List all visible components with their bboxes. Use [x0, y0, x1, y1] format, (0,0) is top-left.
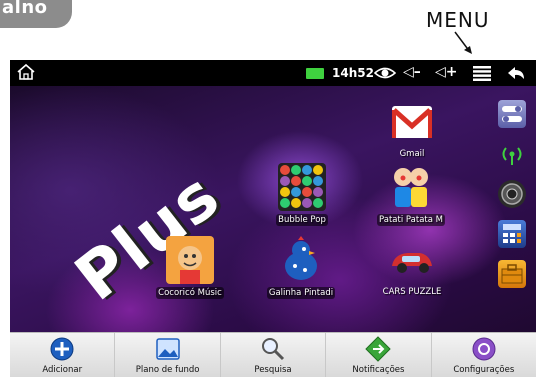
app-label: Cocoricó Músic — [156, 287, 224, 299]
search-icon — [262, 338, 285, 361]
toolbox-icon[interactable] — [498, 260, 526, 288]
wallpaper-icon — [155, 338, 180, 360]
settings-switch-icon[interactable] — [498, 100, 526, 128]
add-icon — [50, 337, 74, 361]
app-patati-patata[interactable]: Patati Patata M — [371, 163, 451, 230]
brand-tab-label: alno — [2, 0, 48, 18]
status-time: 14h52 — [332, 66, 374, 80]
menu-item-label: Notificações — [352, 365, 405, 375]
app-bubble-pop[interactable]: Bubble Pop — [262, 163, 342, 230]
gmail-icon — [388, 98, 436, 146]
volume-up-icon[interactable]: ◁+ — [435, 64, 458, 80]
brand-tab: alno — [0, 0, 72, 28]
menu-item-pesquisa[interactable]: Pesquisa — [221, 333, 327, 377]
status-bar: 14h52 ◁– ◁+ — [10, 60, 536, 86]
settings-icon — [472, 337, 496, 361]
app-label: Patati Patata M — [377, 214, 445, 226]
menu-item-configuracoes[interactable]: Configurações — [432, 333, 536, 377]
menu-item-adicionar[interactable]: Adicionar — [10, 333, 116, 377]
menu-item-label: Plano de fundo — [135, 365, 200, 375]
app-label: Bubble Pop — [276, 214, 328, 226]
menu-item-plano-de-fundo[interactable]: Plano de fundo — [115, 333, 221, 377]
menu-item-label: Pesquisa — [254, 365, 292, 375]
callout-arrow-icon — [454, 31, 472, 54]
camera-icon[interactable] — [498, 180, 526, 208]
app-galinha-pintadinha[interactable]: Galinha Pintadi — [261, 236, 341, 303]
bubble-pop-icon — [278, 163, 326, 211]
menu-item-label: Configurações — [453, 365, 515, 375]
app-label: Galinha Pintadi — [266, 287, 336, 299]
app-gmail[interactable]: Gmail — [372, 98, 452, 159]
back-icon[interactable] — [506, 65, 526, 81]
cocorico-icon — [166, 236, 214, 284]
app-cars-puzzle[interactable]: CARS PUZZLE — [372, 236, 452, 297]
battery-icon — [306, 68, 324, 79]
app-label: Gmail — [399, 149, 425, 159]
car-icon — [388, 236, 436, 284]
notification-icon — [365, 336, 392, 362]
home-icon[interactable] — [16, 63, 36, 81]
menu-item-notificacoes[interactable]: Notificações — [326, 333, 432, 377]
wifi-icon[interactable] — [498, 140, 526, 168]
volume-down-icon[interactable]: ◁– — [403, 64, 421, 80]
eye-icon[interactable] — [374, 64, 396, 82]
app-cocorico[interactable]: Cocoricó Músic — [150, 236, 230, 303]
options-menu: Adicionar Plano de fundo Pesquisa Notifi… — [10, 332, 536, 377]
menu-icon[interactable] — [473, 66, 491, 81]
menu-callout-label: MENU — [426, 8, 490, 32]
device-screen: Plus 14h52 ◁– ◁+ Gmail Bubble Pop Patati… — [10, 60, 536, 377]
calculator-icon[interactable] — [498, 220, 526, 248]
galinha-icon — [277, 236, 325, 284]
app-label: CARS PUZZLE — [382, 287, 442, 297]
menu-item-label: Adicionar — [42, 365, 83, 375]
clowns-icon — [387, 163, 435, 211]
